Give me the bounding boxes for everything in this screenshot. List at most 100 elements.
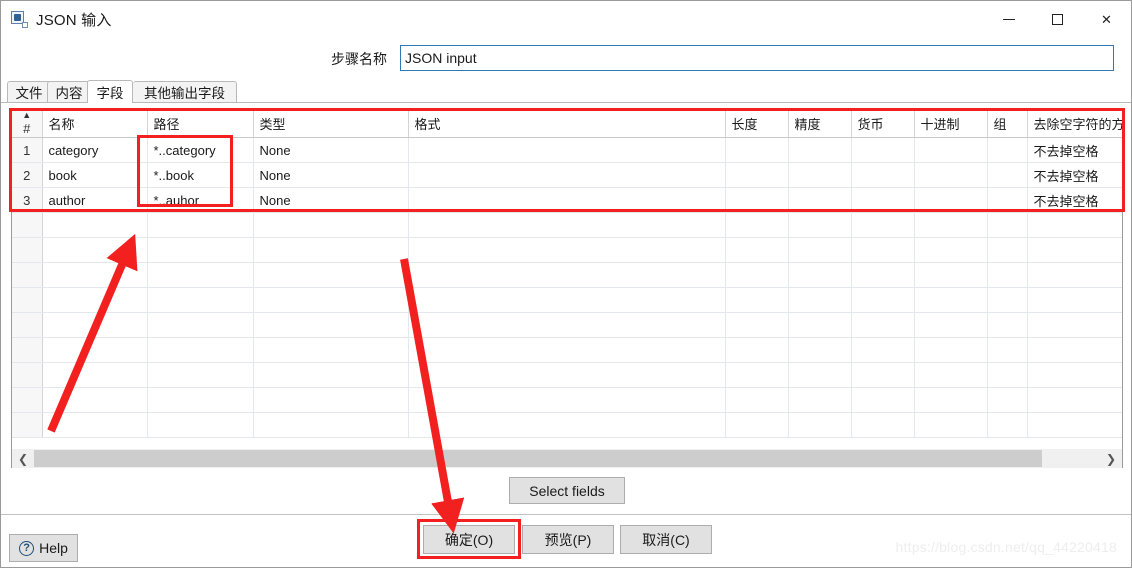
col-header-length[interactable]: 长度 [725, 110, 789, 138]
cell-empty[interactable] [725, 262, 789, 288]
cell-type[interactable]: None [253, 162, 409, 188]
cell-empty[interactable] [147, 312, 254, 338]
table-row-empty[interactable] [12, 387, 1122, 413]
cell-empty[interactable] [987, 362, 1028, 388]
cell-empty[interactable] [408, 212, 726, 238]
cell-trim[interactable]: 不去掉空格 [1027, 162, 1122, 188]
tab-file[interactable]: 文件 [7, 81, 51, 102]
cell-empty[interactable] [42, 287, 148, 313]
cell-empty[interactable] [788, 287, 852, 313]
cell-empty[interactable] [147, 212, 254, 238]
cell-empty[interactable] [253, 312, 409, 338]
table-row-empty[interactable] [12, 262, 1122, 288]
help-button[interactable]: ? Help [9, 534, 78, 562]
cell-empty[interactable] [914, 237, 988, 263]
cell-empty[interactable] [408, 412, 726, 438]
cell-empty[interactable] [408, 287, 726, 313]
cell-name[interactable]: category [42, 137, 148, 163]
cell-empty[interactable] [914, 337, 988, 363]
cell-empty[interactable] [914, 412, 988, 438]
table-row[interactable]: 1 category *..category None 不去掉空格 [12, 137, 1122, 163]
cell-empty[interactable] [147, 337, 254, 363]
cell-empty[interactable] [42, 362, 148, 388]
cell-empty[interactable] [147, 287, 254, 313]
fields-table-container[interactable]: ▲ # 名称 路径 类型 格式 长度 精度 货币 十进制 组 去除空字符的方式 [11, 109, 1123, 468]
cell-empty[interactable] [788, 312, 852, 338]
col-header-name[interactable]: 名称 [42, 110, 148, 138]
cell-decimal[interactable] [914, 187, 988, 213]
cell-format[interactable] [408, 137, 726, 163]
cell-empty[interactable] [987, 237, 1028, 263]
cell-empty[interactable] [1027, 237, 1122, 263]
cell-empty[interactable] [725, 362, 789, 388]
table-row-empty[interactable] [12, 237, 1122, 263]
col-header-type[interactable]: 类型 [253, 110, 409, 138]
table-row-empty[interactable] [12, 337, 1122, 363]
cell-empty[interactable] [987, 312, 1028, 338]
cell-empty[interactable] [253, 337, 409, 363]
cell-empty[interactable] [914, 287, 988, 313]
cell-empty[interactable] [1027, 387, 1122, 413]
table-row-empty[interactable] [12, 312, 1122, 338]
cell-empty[interactable] [788, 362, 852, 388]
cell-empty[interactable] [725, 337, 789, 363]
cell-empty[interactable] [987, 387, 1028, 413]
cell-precision[interactable] [788, 187, 852, 213]
cell-length[interactable] [725, 162, 789, 188]
table-row-empty[interactable] [12, 212, 1122, 238]
cell-empty[interactable] [851, 312, 915, 338]
cell-path[interactable]: *..book [147, 162, 254, 188]
tab-additional-output-fields[interactable]: 其他输出字段 [133, 81, 237, 102]
preview-button[interactable]: 预览(P) [522, 525, 614, 554]
cell-group[interactable] [987, 162, 1028, 188]
col-header-precision[interactable]: 精度 [788, 110, 852, 138]
cell-empty[interactable] [987, 412, 1028, 438]
cell-empty[interactable] [253, 212, 409, 238]
cell-format[interactable] [408, 187, 726, 213]
cell-currency[interactable] [851, 187, 915, 213]
cell-empty[interactable] [987, 287, 1028, 313]
chevron-left-icon[interactable]: ❮ [12, 449, 34, 468]
cell-empty[interactable] [851, 362, 915, 388]
cell-empty[interactable] [42, 412, 148, 438]
cell-empty[interactable] [788, 337, 852, 363]
cell-empty[interactable] [788, 212, 852, 238]
cell-empty[interactable] [725, 212, 789, 238]
cell-empty[interactable] [408, 362, 726, 388]
cell-empty[interactable] [725, 237, 789, 263]
cell-empty[interactable] [42, 337, 148, 363]
table-row-empty[interactable] [12, 287, 1122, 313]
cell-empty[interactable] [851, 212, 915, 238]
cell-empty[interactable] [147, 387, 254, 413]
cell-empty[interactable] [725, 312, 789, 338]
table-row[interactable]: 2 book *..book None 不去掉空格 [12, 162, 1122, 188]
cell-empty[interactable] [147, 237, 254, 263]
cell-empty[interactable] [1027, 412, 1122, 438]
cell-empty[interactable] [914, 262, 988, 288]
cell-name[interactable]: book [42, 162, 148, 188]
cell-empty[interactable] [1027, 212, 1122, 238]
cell-empty[interactable] [1027, 362, 1122, 388]
col-header-format[interactable]: 格式 [408, 110, 726, 138]
select-fields-button[interactable]: Select fields [509, 477, 625, 504]
col-header-index[interactable]: ▲ # [12, 110, 43, 138]
cell-empty[interactable] [42, 212, 148, 238]
cell-decimal[interactable] [914, 162, 988, 188]
col-header-group[interactable]: 组 [987, 110, 1028, 138]
cell-empty[interactable] [253, 262, 409, 288]
cell-empty[interactable] [1027, 287, 1122, 313]
cell-empty[interactable] [42, 312, 148, 338]
cell-empty[interactable] [987, 337, 1028, 363]
cell-empty[interactable] [725, 412, 789, 438]
cell-empty[interactable] [1027, 337, 1122, 363]
cell-type[interactable]: None [253, 137, 409, 163]
cell-empty[interactable] [914, 362, 988, 388]
cell-empty[interactable] [253, 237, 409, 263]
cell-empty[interactable] [851, 287, 915, 313]
maximize-button[interactable] [1033, 1, 1082, 38]
cell-path[interactable]: *..auhor [147, 187, 254, 213]
cell-empty[interactable] [987, 262, 1028, 288]
cell-group[interactable] [987, 137, 1028, 163]
col-header-currency[interactable]: 货币 [851, 110, 915, 138]
cell-currency[interactable] [851, 162, 915, 188]
